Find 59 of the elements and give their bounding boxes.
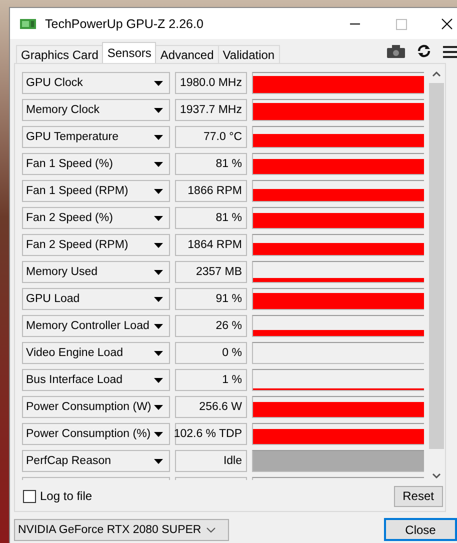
dropdown-arrow-icon [154,324,163,328]
sensor-value: 91 % [175,288,247,310]
tab[interactable]: Validation [218,45,280,63]
close-button[interactable]: Close [384,518,457,541]
sensor-value: 256.6 W [175,396,247,418]
sensor-value: Idle [175,450,247,472]
sensor-dropdown[interactable]: GPU Clock [22,72,170,94]
refresh-icon[interactable] [417,44,431,58]
dropdown-arrow-icon [154,270,163,274]
tab[interactable]: Graphics Card [16,45,104,63]
sensor-value: 1980.0 MHz [175,72,247,94]
sensor-dropdown[interactable]: Bus Interface Load [22,369,170,391]
dropdown-arrow-icon [154,378,163,382]
dropdown-arrow-icon [154,296,163,302]
sensor-dropdown[interactable]: Power Consumption (W) [22,396,170,418]
sensor-dropdown[interactable]: Fan 2 Speed (RPM) [22,234,170,256]
sensor-value: 81 % [175,207,247,229]
dropdown-arrow-icon [154,242,163,248]
sensor-dropdown[interactable]: Memory Used [22,261,170,283]
window-title: TechPowerUp GPU-Z 2.26.0 [45,16,204,30]
dropdown-arrow-icon [154,216,163,220]
dropdown-arrow-icon [154,432,163,436]
sensor-value: 0 % [175,342,247,364]
dropdown-arrow-icon [154,350,163,356]
sensor-dropdown[interactable]: Memory Clock [22,99,170,121]
dropdown-arrow-icon [154,458,163,464]
graphics-card-icon [20,18,36,30]
checkbox[interactable] [23,490,36,502]
camera-icon[interactable] [387,44,405,58]
reset-button[interactable]: Reset [394,486,443,506]
sensor-dropdown[interactable]: Video Engine Load [22,342,170,364]
sensor-dropdown[interactable]: Fan 1 Speed (%) [22,153,170,175]
sensor-value: 81 % [175,153,247,175]
sensor-value: 77.0 °C [175,126,247,148]
tab[interactable]: Sensors [102,42,156,63]
menu-icon[interactable] [443,44,457,58]
sensor-value: 102.6 % TDP [175,423,247,445]
sensor-dropdown[interactable]: GPU Temperature [22,126,170,148]
dropdown-arrow-icon [154,162,163,166]
sensor-dropdown[interactable]: GPU Load [22,288,170,310]
gpu-dropdown[interactable]: NVIDIA GeForce RTX 2080 SUPER [14,518,229,540]
sensor-dropdown[interactable]: Fan 1 Speed (RPM) [22,180,170,202]
dropdown-arrow-icon [154,80,163,86]
dropdown-arrow-icon [154,404,163,410]
checkbox-label: Log to file [40,489,92,503]
sensor-value: 1937.7 MHz [175,99,247,121]
sensor-value: 1866 RPM [175,180,247,202]
dropdown-arrow-icon [154,108,163,112]
sensor-value: 2357 MB [175,261,247,283]
dropdown-arrow-icon [154,134,163,140]
sensor-dropdown[interactable]: Power Consumption (%) [22,423,170,445]
sensor-value: 26 % [175,315,247,337]
chevron-down-icon [206,526,216,532]
sensor-value: 1864 RPM [175,234,247,256]
sensor-value: 1 % [175,369,247,391]
sensor-dropdown[interactable]: Fan 2 Speed (%) [22,207,170,229]
sensor-dropdown[interactable]: PerfCap Reason [22,450,170,472]
dropdown-arrow-icon [154,188,163,194]
sensor-dropdown[interactable]: Memory Controller Load [22,315,170,337]
